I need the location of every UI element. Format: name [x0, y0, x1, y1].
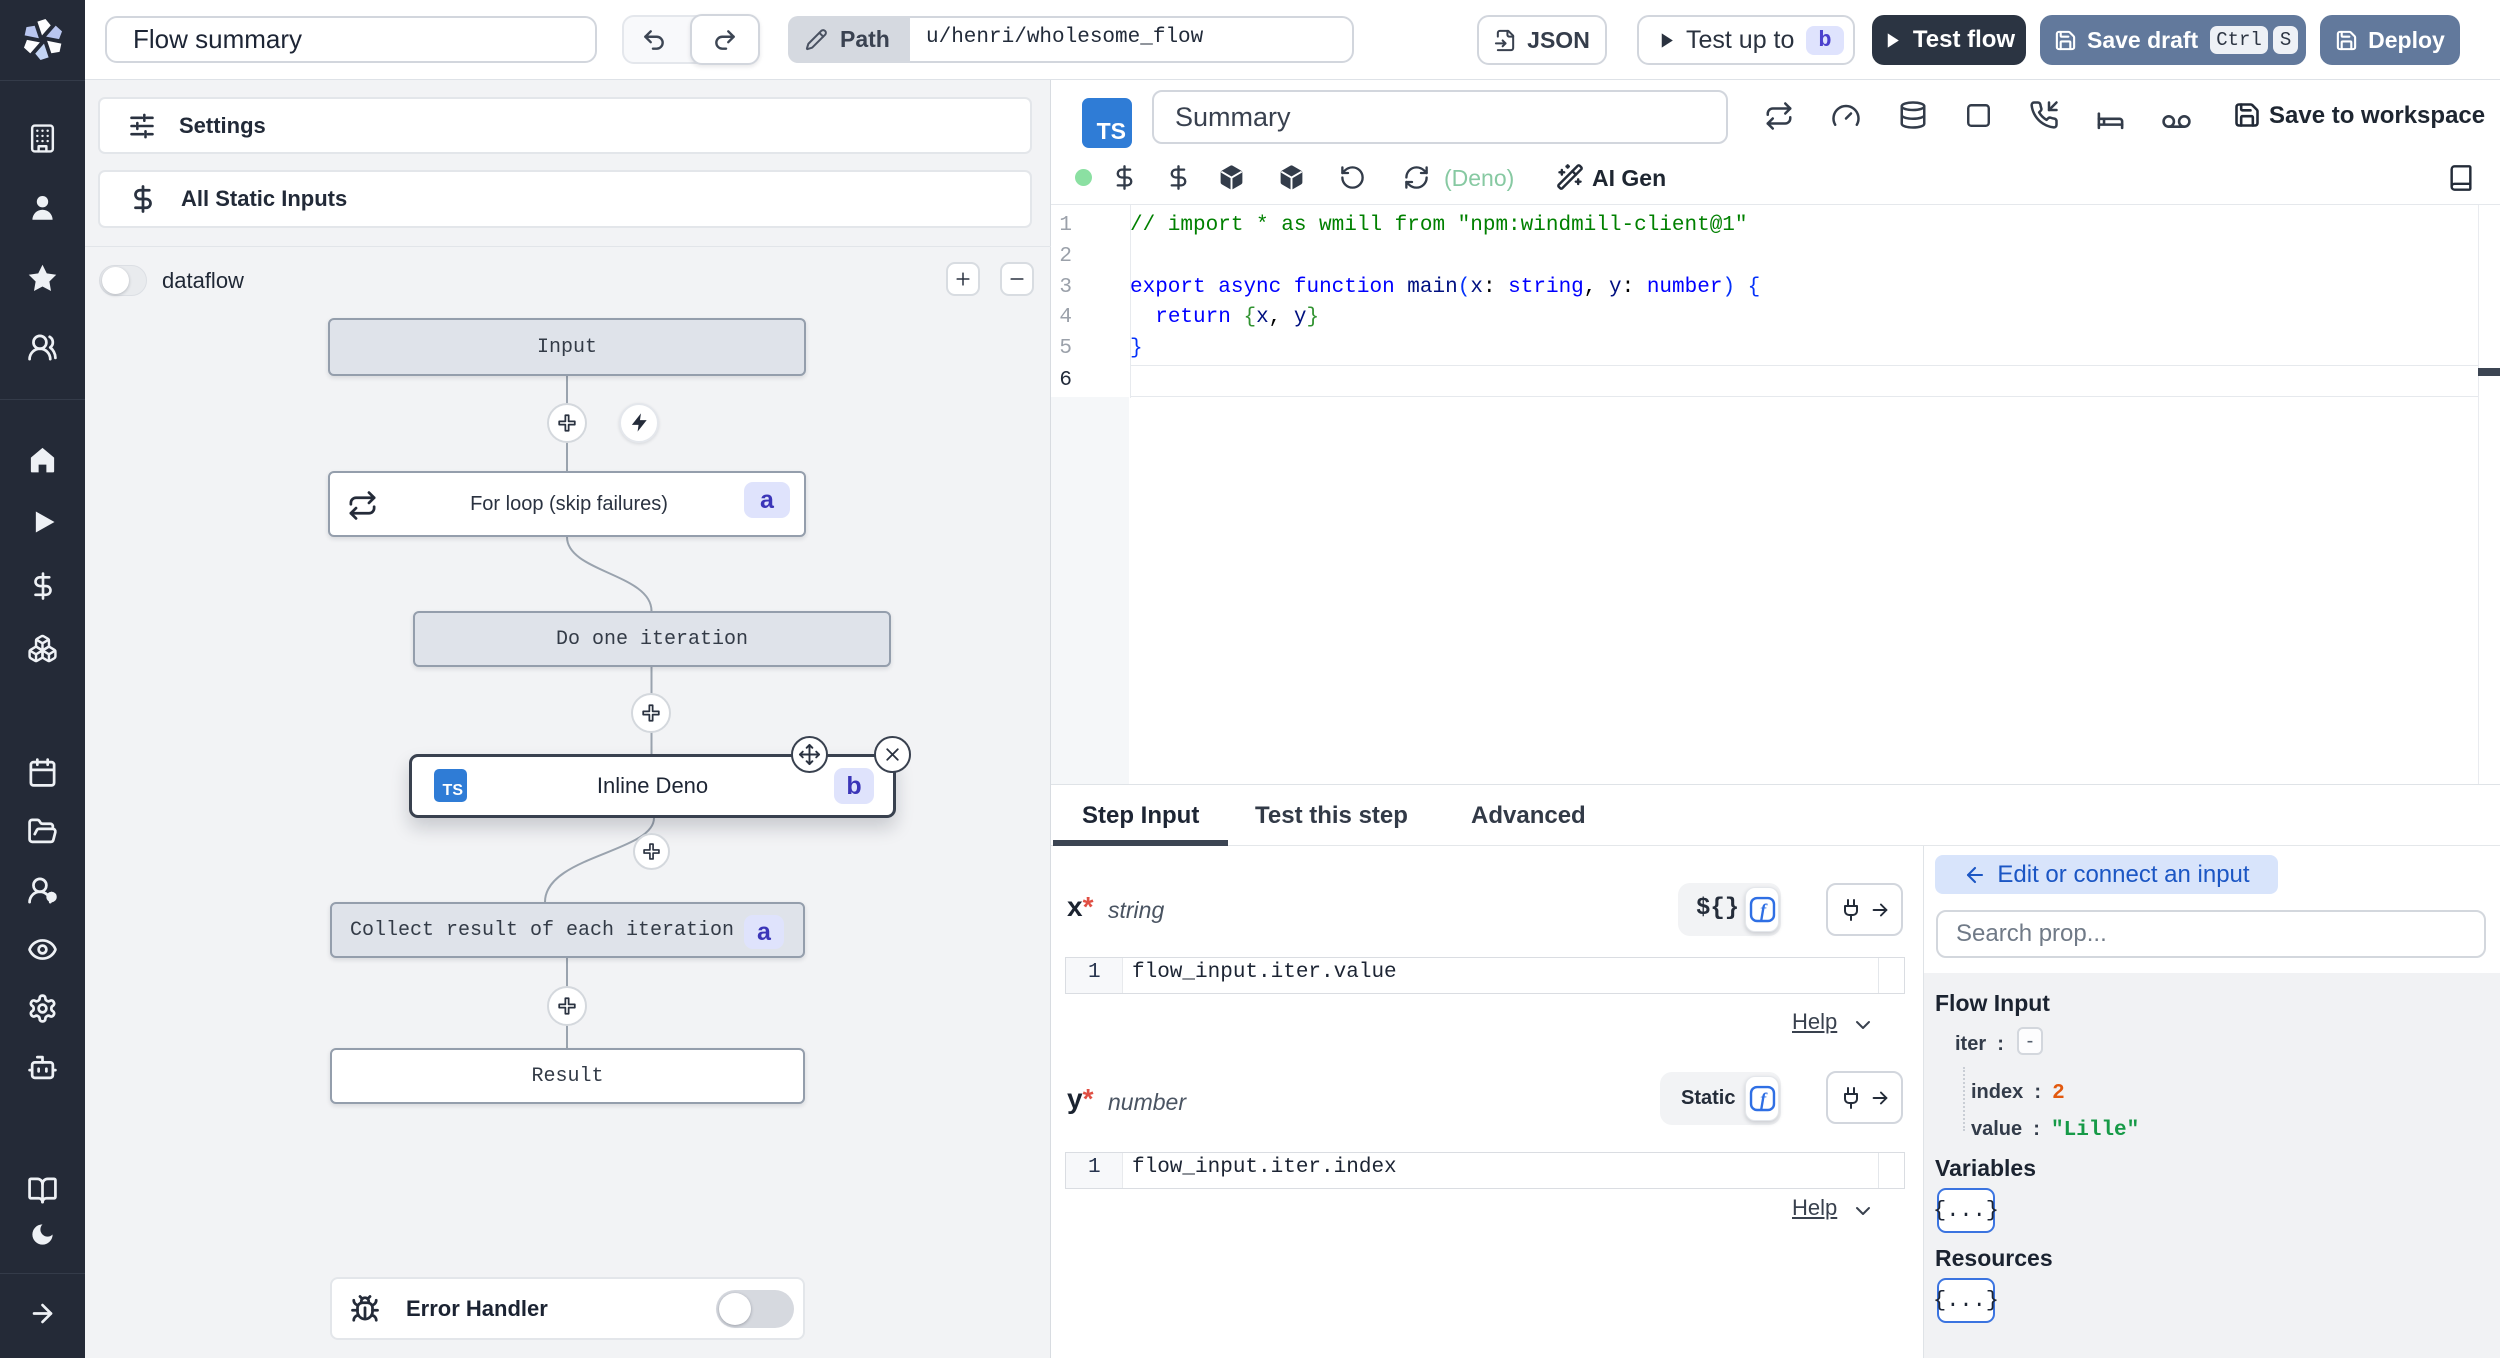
svg-text:f: f: [1760, 900, 1768, 920]
svg-text:f: f: [1760, 1089, 1768, 1109]
